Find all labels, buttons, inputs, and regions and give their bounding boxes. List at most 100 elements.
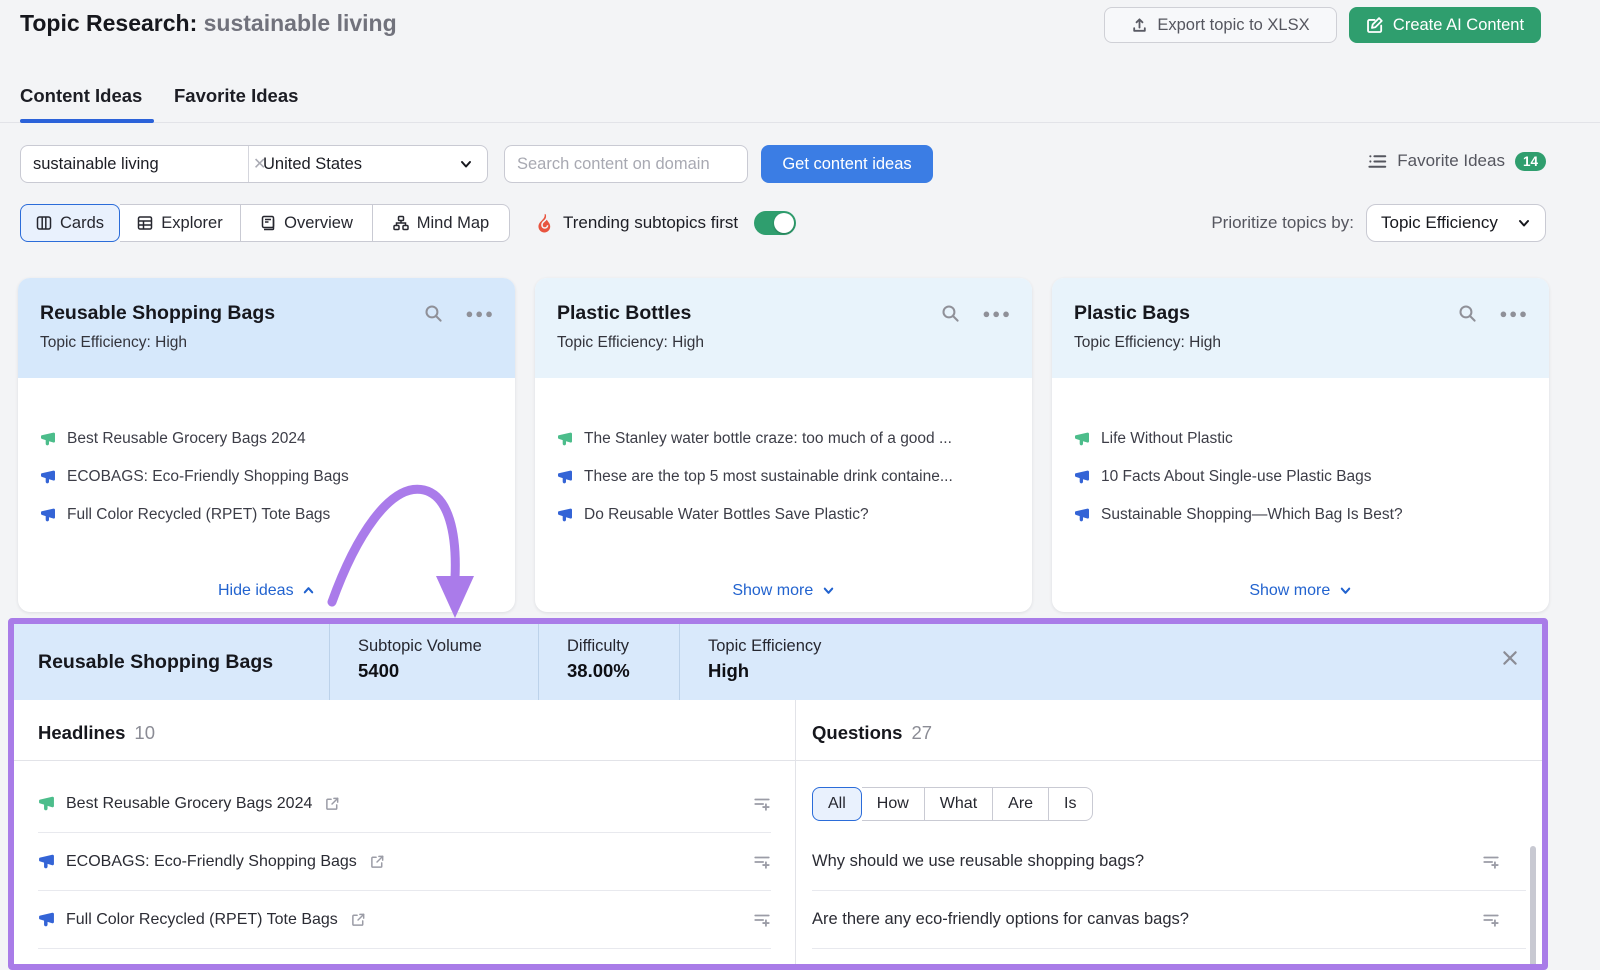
headline-row[interactable]: Full Color Recycled (RPET) Tote Bags	[38, 891, 771, 949]
filter-what[interactable]: What	[925, 787, 993, 821]
show-more-label: Show more	[732, 582, 813, 599]
filter-all[interactable]: All	[812, 787, 862, 821]
stat-value: High	[708, 660, 899, 682]
idea-item[interactable]: Do Reusable Water Bottles Save Plastic?	[557, 506, 1012, 524]
keyword-input-wrap: ✕	[21, 146, 249, 182]
idea-item[interactable]: Full Color Recycled (RPET) Tote Bags	[40, 506, 495, 524]
more-options-icon[interactable]: ●●●	[982, 306, 1012, 321]
headlines-title: Headlines	[38, 722, 125, 744]
idea-text: ECOBAGS: Eco-Friendly Shopping Bags	[67, 468, 349, 486]
chevron-down-icon	[1339, 584, 1352, 597]
question-row[interactable]: Why should we use reusable shopping bags…	[812, 833, 1526, 891]
more-options-icon[interactable]: ●●●	[1499, 306, 1529, 321]
add-to-favorites-icon[interactable]	[753, 911, 771, 929]
view-mode-overview[interactable]: Overview	[241, 204, 373, 242]
questions-title: Questions	[812, 722, 902, 744]
favorite-ideas-link[interactable]: Favorite Ideas 14	[1368, 151, 1546, 171]
panel-header: Reusable Shopping Bags Subtopic Volume 5…	[14, 624, 1542, 700]
megaphone-icon	[1074, 469, 1090, 485]
search-icon[interactable]	[424, 304, 443, 323]
idea-item[interactable]: ECOBAGS: Eco-Friendly Shopping Bags	[40, 468, 495, 486]
create-ai-content-button[interactable]: Create AI Content	[1349, 7, 1541, 43]
tab-content-ideas[interactable]: Content Ideas	[20, 85, 142, 107]
idea-list: The Stanley water bottle craze: too much…	[535, 378, 1032, 524]
view-mode-switcher: Cards Explorer Overview Mind Map	[20, 204, 510, 242]
page-title-main: Topic Research:	[20, 10, 197, 36]
external-link-icon[interactable]	[370, 854, 385, 869]
question-text: Why should we use reusable shopping bags…	[812, 852, 1144, 871]
card-efficiency: Topic Efficiency: High	[557, 334, 1010, 352]
show-more-link[interactable]: Show more	[535, 582, 1032, 600]
prioritize-label: Prioritize topics by:	[1211, 213, 1354, 233]
megaphone-icon	[38, 795, 55, 812]
search-icon[interactable]	[1458, 304, 1477, 323]
stat-label: Difficulty	[567, 637, 679, 656]
add-to-favorites-icon[interactable]	[1482, 853, 1500, 871]
tab-favorite-ideas[interactable]: Favorite Ideas	[174, 85, 298, 107]
stat-value: 38.00%	[567, 660, 679, 682]
search-icon[interactable]	[941, 304, 960, 323]
headline-row[interactable]: Best Reusable Grocery Bags 2024	[38, 775, 771, 833]
headline-text: Best Reusable Grocery Bags 2024	[66, 795, 312, 813]
document-icon	[260, 215, 276, 231]
country-select[interactable]: United States	[249, 146, 487, 182]
close-icon[interactable]	[1500, 648, 1520, 668]
idea-list: Best Reusable Grocery Bags 2024 ECOBAGS:…	[18, 378, 515, 524]
trending-toggle[interactable]	[754, 211, 796, 235]
megaphone-icon	[1074, 507, 1090, 523]
idea-item[interactable]: Sustainable Shopping—Which Bag Is Best?	[1074, 506, 1529, 524]
filter-how[interactable]: How	[862, 787, 925, 821]
show-more-link[interactable]: Show more	[1052, 582, 1549, 600]
compose-icon	[1366, 16, 1384, 34]
create-ai-content-label: Create AI Content	[1393, 16, 1524, 35]
questions-header: Questions 27	[796, 700, 1542, 761]
idea-item[interactable]: Life Without Plastic	[1074, 430, 1529, 448]
add-to-favorites-icon[interactable]	[1482, 911, 1500, 929]
topic-card-reusable-shopping-bags: Reusable Shopping Bags Topic Efficiency:…	[18, 278, 515, 612]
megaphone-icon	[557, 507, 573, 523]
view-mode-mindmap[interactable]: Mind Map	[373, 204, 510, 242]
get-content-ideas-button[interactable]: Get content ideas	[761, 145, 933, 183]
filter-is[interactable]: Is	[1049, 787, 1092, 821]
headlines-header: Headlines 10	[14, 700, 795, 761]
external-link-icon[interactable]	[351, 912, 366, 927]
megaphone-icon	[557, 469, 573, 485]
add-to-favorites-icon[interactable]	[753, 853, 771, 871]
search-row: ✕ United States Get content ideas Favori…	[0, 145, 1600, 183]
view-mode-mindmap-label: Mind Map	[417, 214, 489, 233]
panel-title: Reusable Shopping Bags	[14, 624, 329, 700]
cards-icon	[36, 215, 52, 231]
prioritize-control: Prioritize topics by: Topic Efficiency	[1211, 204, 1546, 242]
idea-item[interactable]: Best Reusable Grocery Bags 2024	[40, 430, 495, 448]
topic-card-plastic-bottles: Plastic Bottles Topic Efficiency: High ●…	[535, 278, 1032, 612]
headline-row[interactable]: ECOBAGS: Eco-Friendly Shopping Bags	[38, 833, 771, 891]
add-to-favorites-icon[interactable]	[753, 795, 771, 813]
more-options-icon[interactable]: ●●●	[465, 306, 495, 321]
export-topic-button[interactable]: Export topic to XLSX	[1104, 7, 1337, 43]
filter-are[interactable]: Are	[993, 787, 1049, 821]
domain-search-input[interactable]	[504, 145, 748, 183]
idea-list: Life Without Plastic 10 Facts About Sing…	[1052, 378, 1549, 524]
country-select-value: United States	[263, 155, 362, 174]
question-row[interactable]: Are there any eco-friendly options for c…	[812, 891, 1526, 949]
idea-text: Life Without Plastic	[1101, 430, 1233, 448]
idea-text: Sustainable Shopping—Which Bag Is Best?	[1101, 506, 1403, 524]
tab-bar: Content Ideas Favorite Ideas	[0, 85, 1600, 123]
questions-scrollbar[interactable]	[1530, 846, 1536, 970]
prioritize-dropdown[interactable]: Topic Efficiency	[1366, 204, 1546, 242]
hide-ideas-link[interactable]: Hide ideas	[18, 582, 515, 600]
stat-topic-efficiency: Topic Efficiency High	[679, 624, 899, 700]
idea-text: Do Reusable Water Bottles Save Plastic?	[584, 506, 869, 524]
view-mode-explorer[interactable]: Explorer	[120, 204, 241, 242]
toggle-knob	[774, 213, 794, 233]
idea-item[interactable]: The Stanley water bottle craze: too much…	[557, 430, 1012, 448]
keyword-input[interactable]	[33, 155, 253, 174]
subtopic-detail-panel: Reusable Shopping Bags Subtopic Volume 5…	[8, 618, 1548, 970]
view-mode-cards[interactable]: Cards	[20, 204, 120, 242]
idea-item[interactable]: 10 Facts About Single-use Plastic Bags	[1074, 468, 1529, 486]
external-link-icon[interactable]	[325, 796, 340, 811]
idea-item[interactable]: These are the top 5 most sustainable dri…	[557, 468, 1012, 486]
stat-label: Subtopic Volume	[358, 637, 538, 656]
view-mode-explorer-label: Explorer	[161, 214, 222, 233]
trending-subtopics-control: Trending subtopics first	[535, 211, 796, 235]
